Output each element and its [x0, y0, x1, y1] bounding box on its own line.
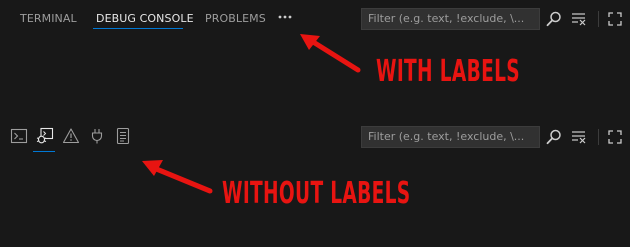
screenshot-stage: TERMINAL DEBUG CONSOLE PROBLEMS Filter (… — [0, 0, 630, 247]
maximize-icon[interactable] — [606, 10, 624, 28]
active-tab-indicator — [33, 151, 55, 152]
tab-debug-console[interactable]: DEBUG CONSOLE — [96, 12, 194, 26]
annotation-with-labels: WITH LABELS — [376, 54, 520, 89]
tab-problems[interactable]: PROBLEMS — [205, 12, 266, 26]
filter-input[interactable]: Filter (e.g. text, !exclude, \... — [361, 8, 540, 30]
arrow-without-labels — [142, 160, 213, 194]
annotation-without-labels: WITHOUT LABELS — [222, 176, 411, 211]
debug-console-icon[interactable] — [36, 127, 54, 145]
search-icon[interactable] — [545, 128, 563, 146]
filter-input[interactable]: Filter (e.g. text, !exclude, \... — [361, 126, 540, 148]
clear-console-icon[interactable] — [570, 10, 588, 28]
active-tab-indicator — [93, 28, 183, 29]
ellipsis-icon[interactable] — [276, 8, 294, 26]
toolbar-divider — [598, 129, 599, 145]
tab-terminal[interactable]: TERMINAL — [20, 12, 77, 26]
clear-console-icon[interactable] — [570, 128, 588, 146]
terminal-icon[interactable] — [10, 127, 28, 145]
panel-header-without-labels: Filter (e.g. text, !exclude, \... — [0, 120, 630, 160]
warning-icon[interactable] — [62, 127, 80, 145]
plug-icon[interactable] — [88, 127, 106, 145]
maximize-icon[interactable] — [606, 128, 624, 146]
arrow-with-labels — [300, 34, 361, 73]
search-icon[interactable] — [545, 10, 563, 28]
output-icon[interactable] — [114, 127, 132, 145]
toolbar-divider — [598, 11, 599, 27]
